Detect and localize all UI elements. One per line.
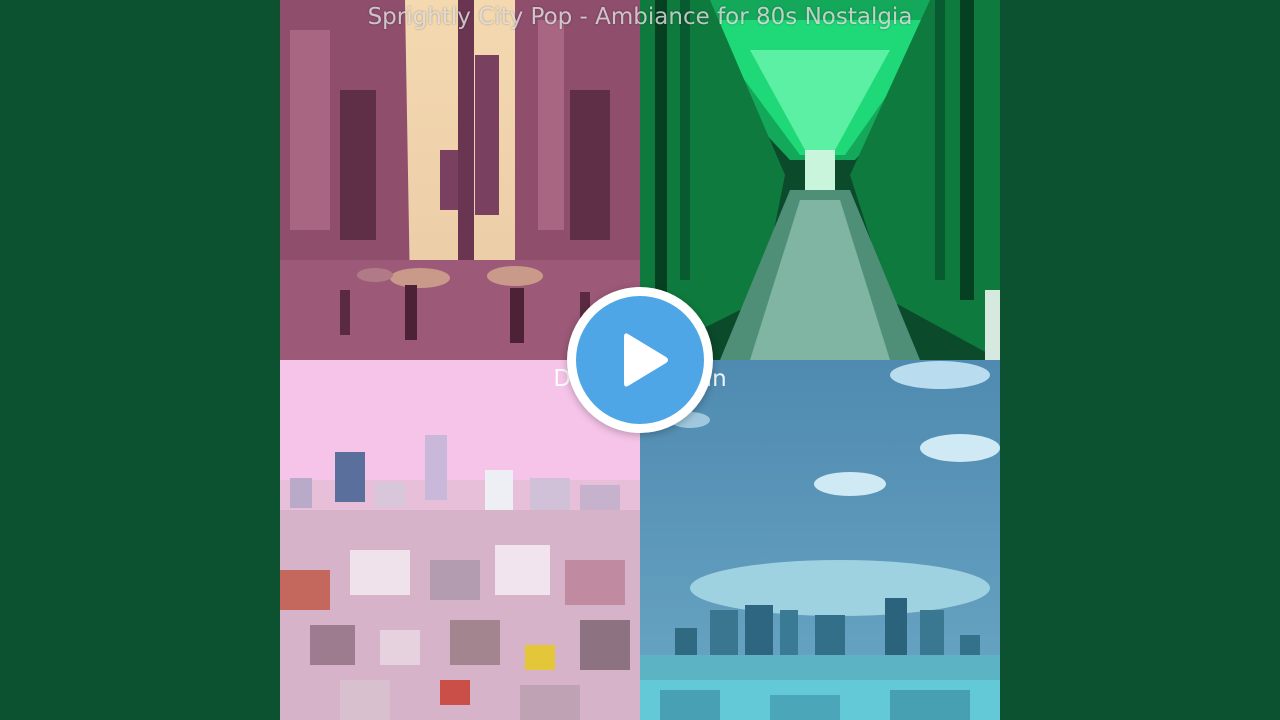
play-button[interactable] bbox=[567, 287, 713, 433]
play-icon bbox=[624, 333, 668, 387]
cover-title: Sprightly City Pop - Ambiance for 80s No… bbox=[367, 4, 913, 30]
play-button-circle bbox=[576, 296, 704, 424]
video-player[interactable]: Sprightly City Pop - Ambiance for 80s No… bbox=[0, 0, 1280, 720]
